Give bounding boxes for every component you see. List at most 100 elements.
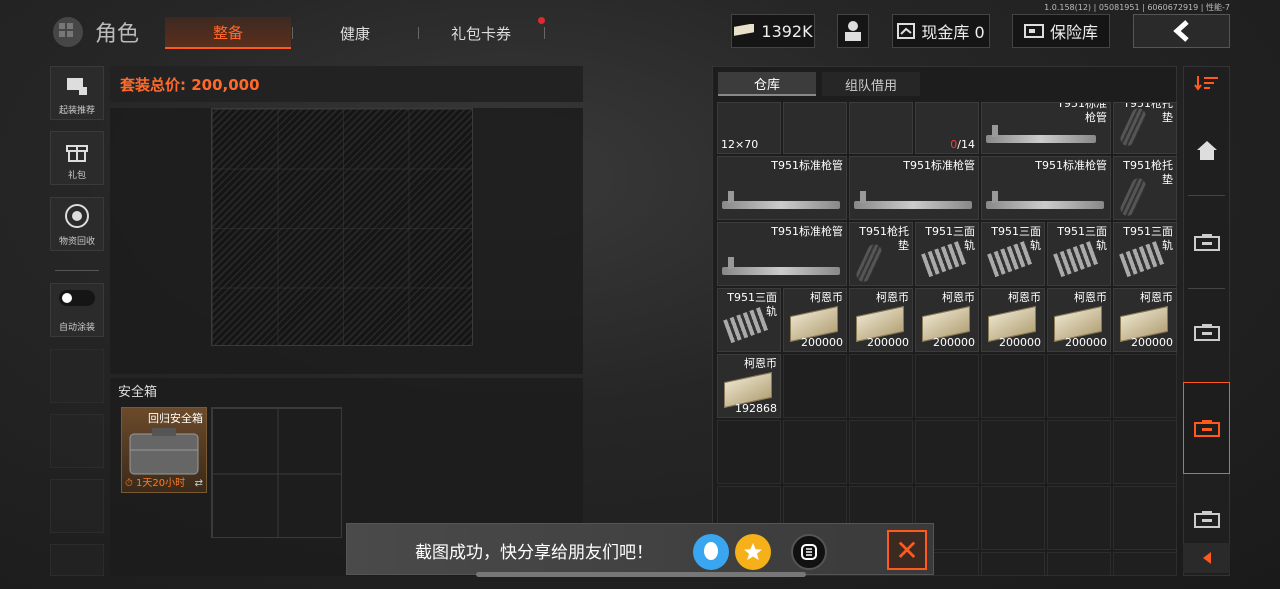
nav-divider — [1188, 195, 1225, 196]
warehouse-item[interactable]: T951标准枪管 — [849, 156, 979, 220]
warehouse-item[interactable]: 柯恩币 200000 — [981, 288, 1045, 352]
warehouse-item[interactable]: 柯恩币 200000 — [1113, 288, 1177, 352]
warehouse-item[interactable]: 12×70 — [717, 102, 781, 154]
swap-icon[interactable]: ⇄ — [195, 478, 203, 489]
warehouse-item[interactable]: T951三面轨 — [1047, 222, 1111, 286]
empty-slot[interactable] — [981, 486, 1045, 550]
cash-vault-icon — [897, 23, 916, 39]
empty-slot[interactable] — [915, 354, 979, 418]
storage-home-button[interactable] — [1183, 120, 1230, 180]
empty-slot[interactable] — [1047, 420, 1111, 484]
empty-slot[interactable] — [1047, 354, 1111, 418]
storage-box-3[interactable] — [1183, 382, 1230, 474]
merchant-button[interactable] — [837, 14, 869, 48]
tab-gift-coupons[interactable]: 礼包卡券 — [418, 17, 544, 49]
warehouse-item[interactable]: T951枪托垫 — [849, 222, 913, 286]
empty-slot — [50, 544, 104, 576]
tab-team-borrow[interactable]: 组队借用 — [822, 72, 920, 96]
safe-vault-label: 保险库 — [1049, 23, 1098, 42]
toast-message: 截图成功，快分享给朋友们吧！ — [415, 543, 653, 563]
sidebar-item-label: 起装推荐 — [58, 106, 95, 116]
sidebar-item-label: 物资回收 — [58, 237, 95, 247]
toast-close-button[interactable]: ✕ — [887, 530, 927, 570]
empty-slot[interactable] — [783, 420, 847, 484]
tab-health[interactable]: 健康 — [292, 17, 418, 49]
empty-slot — [50, 414, 104, 468]
item-size: 12×70 — [721, 138, 759, 151]
empty-slot[interactable] — [1047, 486, 1111, 550]
sidebar-recycle[interactable]: 物资回收 — [50, 197, 104, 251]
empty-slot[interactable] — [915, 420, 979, 484]
empty-slot[interactable] — [1113, 552, 1177, 576]
warehouse-item[interactable] — [783, 102, 847, 154]
warehouse-item[interactable]: T951三面轨 — [981, 222, 1045, 286]
warehouse-item[interactable]: 柯恩币 200000 — [783, 288, 847, 352]
warehouse-item[interactable]: 柯恩币 200000 — [849, 288, 913, 352]
currency-display[interactable]: 1392K — [731, 14, 815, 48]
empty-slot[interactable] — [1047, 552, 1111, 576]
sort-button[interactable] — [1183, 68, 1230, 98]
share-toast: 截图成功，快分享给朋友们吧！ ✕ — [346, 523, 934, 575]
warehouse-item[interactable] — [849, 102, 913, 154]
scrollbar[interactable] — [476, 572, 806, 577]
empty-slot[interactable] — [981, 354, 1045, 418]
sidebar-loadout-recommend[interactable]: 起装推荐 — [50, 66, 104, 120]
warehouse-item[interactable]: 0/14 — [915, 102, 979, 154]
tab-warehouse[interactable]: 仓库 — [718, 72, 816, 96]
warehouse-item[interactable]: T951标准枪管 — [981, 102, 1111, 154]
sidebar-divider — [55, 270, 99, 271]
warehouse-item[interactable]: T951三面轨 — [915, 222, 979, 286]
warehouse-item[interactable]: T951三面轨 — [1113, 222, 1177, 286]
cash-icon — [734, 24, 755, 36]
safe-box-item[interactable]: 回归安全箱 ⏱ 1天20小时 ⇄ — [121, 407, 207, 493]
storage-box-icon — [1193, 420, 1220, 437]
chevron-left-icon — [1202, 552, 1211, 564]
tab-equip[interactable]: 整备 — [165, 17, 291, 49]
warehouse-item[interactable]: T951标准枪管 — [717, 222, 847, 286]
cash-vault-label: 现金库 0 — [921, 23, 985, 42]
empty-slot[interactable] — [1113, 420, 1177, 484]
empty-slot — [50, 479, 104, 533]
storage-box-1[interactable] — [1183, 210, 1230, 274]
empty-slot[interactable] — [849, 354, 913, 418]
warehouse-item[interactable]: 柯恩币 200000 — [915, 288, 979, 352]
warehouse-item[interactable]: 柯恩币 200000 — [1047, 288, 1111, 352]
empty-slot[interactable] — [981, 552, 1045, 576]
safe-box-grid[interactable] — [211, 407, 342, 538]
warehouse-item[interactable]: T951枪托垫 — [1113, 156, 1177, 220]
warehouse-item[interactable]: T951枪托垫 — [1113, 102, 1177, 154]
warehouse-item[interactable]: T951三面轨 — [717, 288, 781, 352]
qq-share-icon[interactable] — [693, 534, 729, 570]
sidebar-gift[interactable]: 礼包 — [50, 131, 104, 185]
backpack-grid[interactable] — [211, 108, 473, 346]
empty-slot — [50, 349, 104, 403]
home-icon — [1196, 141, 1217, 160]
community-share-icon[interactable] — [791, 534, 827, 570]
empty-slot[interactable] — [849, 420, 913, 484]
safe-vault-icon — [1023, 24, 1044, 38]
safe-box-label: 安全箱 — [118, 385, 158, 400]
warehouse-item[interactable]: T951标准枪管 — [981, 156, 1111, 220]
barrel-icon — [722, 257, 840, 275]
empty-slot[interactable] — [717, 420, 781, 484]
safe-vault-button[interactable]: 保险库 — [1012, 14, 1110, 48]
storage-box-4[interactable] — [1183, 495, 1230, 543]
empty-slot[interactable] — [1113, 486, 1177, 550]
empty-slot[interactable] — [1113, 354, 1177, 418]
notification-dot — [538, 17, 545, 24]
cash-vault-button[interactable]: 现金库 0 — [892, 14, 990, 48]
qzone-share-icon[interactable] — [735, 534, 771, 570]
toggle-icon[interactable] — [59, 290, 95, 306]
collapse-button[interactable] — [1183, 543, 1230, 573]
recycle-icon — [65, 204, 89, 228]
storage-box-2[interactable] — [1183, 300, 1230, 364]
barrel-icon — [986, 125, 1096, 143]
empty-slot[interactable] — [783, 354, 847, 418]
loadout-icon — [67, 78, 87, 95]
warehouse-item[interactable]: 柯恩币 192868 — [717, 354, 781, 418]
sidebar-auto-paint[interactable]: 自动涂装 — [50, 283, 104, 337]
empty-slot[interactable] — [981, 420, 1045, 484]
back-button[interactable] — [1133, 14, 1230, 48]
warehouse-item[interactable]: T951标准枪管 — [717, 156, 847, 220]
safe-case-icon — [129, 428, 199, 475]
